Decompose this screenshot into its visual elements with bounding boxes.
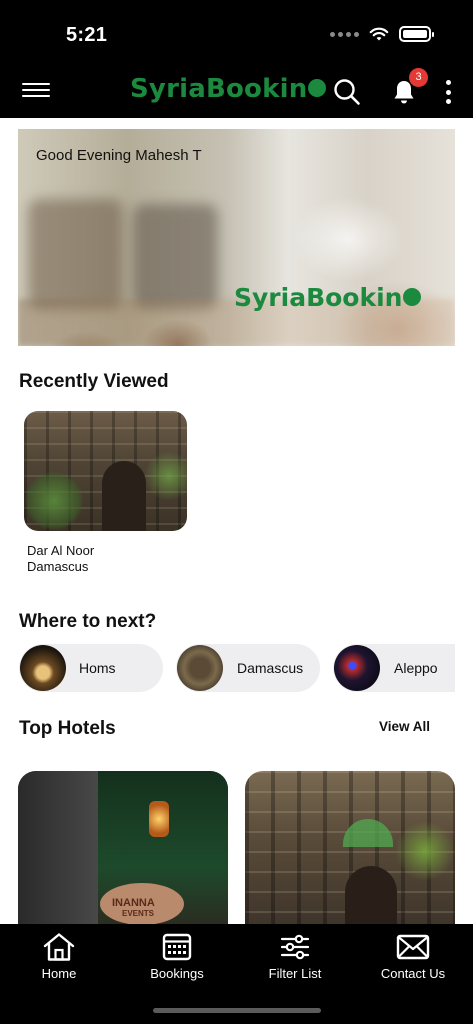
search-button[interactable] xyxy=(333,78,361,106)
status-bar: 5:21 xyxy=(0,0,473,66)
home-indicator xyxy=(153,1008,321,1013)
plant-image xyxy=(24,471,84,531)
status-icons xyxy=(330,26,434,42)
logo-text: SyriaBookin xyxy=(130,74,308,104)
nav-contact-us[interactable]: Contact Us xyxy=(354,930,472,994)
plant-image xyxy=(144,451,187,501)
greeting-banner[interactable]: Good Evening Mahesh T SyriaBookin xyxy=(18,129,455,346)
signal-icon xyxy=(330,31,359,37)
nav-label: Contact Us xyxy=(380,966,446,981)
destination-avatar xyxy=(177,645,223,691)
home-icon xyxy=(43,933,75,961)
battery-icon xyxy=(399,26,434,42)
destination-avatar xyxy=(334,645,380,691)
more-dot xyxy=(445,80,451,85)
globe-icon xyxy=(403,288,422,306)
where-to-next-title: Where to next? xyxy=(19,611,157,632)
globe-icon xyxy=(308,78,327,97)
recent-hotel-card[interactable] xyxy=(24,411,187,531)
menu-icon-line xyxy=(22,95,50,97)
sliders-icon xyxy=(280,934,310,960)
destination-avatar xyxy=(20,645,66,691)
greeting-text: Good Evening Mahesh T xyxy=(36,147,202,164)
wifi-icon xyxy=(369,27,389,41)
menu-icon-line xyxy=(22,89,50,91)
menu-button[interactable] xyxy=(22,80,50,102)
recent-hotel-city: Damascus xyxy=(27,559,89,574)
banner-logo: SyriaBookin xyxy=(234,283,422,312)
nav-filter-list[interactable]: Filter List xyxy=(236,930,354,994)
more-options-button[interactable] xyxy=(442,78,454,106)
bottom-navigation: Home Bookings Filter List Contact Us xyxy=(0,924,473,1024)
top-hotel-card[interactable] xyxy=(245,771,455,931)
banner-logo-text: SyriaBookin xyxy=(234,283,403,312)
app-bar: SyriaBookin 3 xyxy=(0,66,473,118)
banner-chair-image xyxy=(133,204,218,309)
hotel-sign-text: INANNA EVENTS xyxy=(112,897,155,918)
sign-line: INANNA xyxy=(112,897,155,909)
plant-image xyxy=(395,821,455,881)
destination-label: Aleppo xyxy=(394,660,438,676)
banner-chair-image xyxy=(28,199,123,309)
menu-icon-line xyxy=(22,83,50,85)
hotel-wall-image xyxy=(18,771,98,931)
destination-chip-damascus[interactable]: Damascus xyxy=(176,644,320,692)
more-dot xyxy=(445,89,451,95)
nav-bookings[interactable]: Bookings xyxy=(118,930,236,994)
nav-label: Home xyxy=(41,966,77,981)
view-all-link[interactable]: View All xyxy=(379,719,430,734)
top-hotels-title: Top Hotels xyxy=(19,718,116,739)
lamp-image xyxy=(149,801,169,837)
nav-label: Bookings xyxy=(150,966,204,981)
recently-viewed-title: Recently Viewed xyxy=(19,371,169,392)
destination-chip-aleppo[interactable]: Aleppo xyxy=(333,644,455,692)
recent-hotel-name-line1: Dar Al Noor xyxy=(27,543,95,558)
app-logo: SyriaBookin xyxy=(130,74,327,104)
mail-icon xyxy=(396,934,430,960)
door-image xyxy=(345,866,397,931)
more-dot xyxy=(445,99,451,104)
destination-chip-homs[interactable]: Homs xyxy=(19,644,163,692)
top-hotel-card[interactable]: INANNA EVENTS xyxy=(18,771,228,931)
notification-badge: 3 xyxy=(409,68,428,87)
calendar-icon xyxy=(162,933,192,961)
door-image xyxy=(102,461,146,531)
nav-home[interactable]: Home xyxy=(0,930,118,994)
recent-hotel-name[interactable]: Dar Al Noor Damascus xyxy=(27,543,94,575)
status-time: 5:21 xyxy=(66,24,108,46)
destination-label: Damascus xyxy=(237,660,304,676)
destination-label: Homs xyxy=(79,660,116,676)
sign-line: EVENTS xyxy=(122,909,155,918)
nav-label: Filter List xyxy=(268,966,322,981)
